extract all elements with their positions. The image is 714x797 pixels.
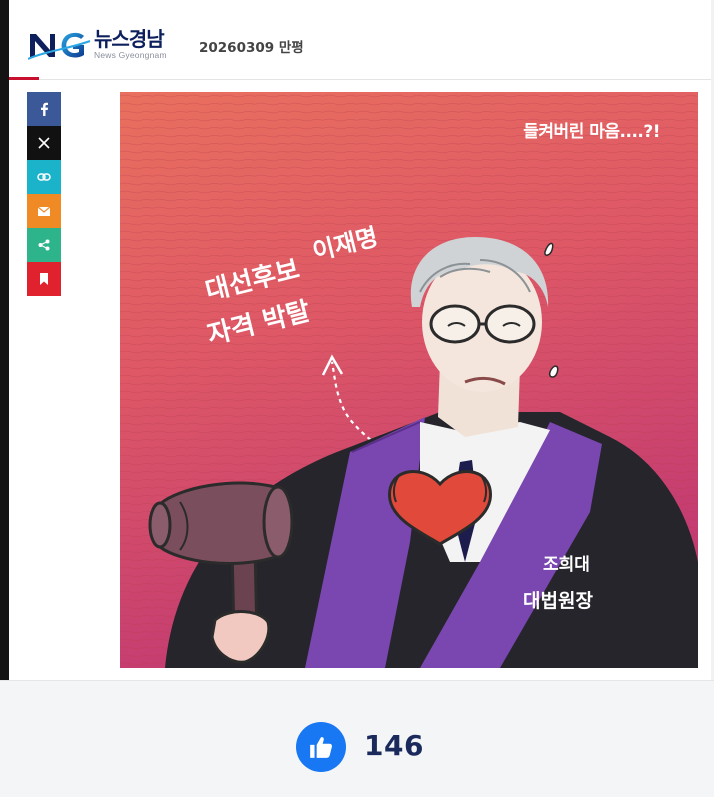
page-title: 20260309 만평	[199, 40, 304, 56]
share-sidebar	[27, 92, 61, 296]
x-share-button[interactable]	[27, 126, 61, 160]
like-button[interactable]	[296, 722, 346, 772]
site-header: 뉴스경남 News Gyeongnam 20260309 만평	[9, 0, 711, 80]
site-logo[interactable]: 뉴스경남 News Gyeongnam	[28, 27, 167, 61]
left-edge-bar	[0, 0, 9, 680]
label-name: 조희대	[543, 555, 590, 575]
bookmark-button[interactable]	[27, 262, 61, 296]
facebook-share-button[interactable]	[27, 92, 61, 126]
share-icon	[38, 239, 50, 251]
bookmark-icon	[40, 273, 48, 285]
ng-logo-icon	[28, 32, 91, 60]
copy-link-button[interactable]	[27, 160, 61, 194]
x-icon	[38, 137, 50, 149]
logo-korean-text: 뉴스경남	[94, 27, 165, 51]
thumbs-up-icon	[310, 737, 332, 758]
caption-top: 들켜버린 마음....?!	[523, 122, 660, 142]
cartoon-illustration: 들켜버린 마음....?! 이재명 대선후보 자격 박탈 조희대 대법원장	[120, 92, 698, 668]
share-button[interactable]	[27, 228, 61, 262]
label-title: 대법원장	[523, 590, 593, 612]
editorial-cartoon: 들켜버린 마음....?! 이재명 대선후보 자격 박탈 조희대 대법원장	[120, 92, 698, 668]
logo-english-text: News Gyeongnam	[94, 50, 167, 60]
email-share-button[interactable]	[27, 194, 61, 228]
header-accent-line	[9, 77, 39, 80]
header-divider	[39, 79, 711, 80]
link-icon	[37, 173, 51, 181]
reaction-area	[0, 680, 714, 797]
like-count: 146	[364, 729, 424, 762]
email-icon	[38, 206, 50, 216]
facebook-icon	[41, 102, 48, 116]
